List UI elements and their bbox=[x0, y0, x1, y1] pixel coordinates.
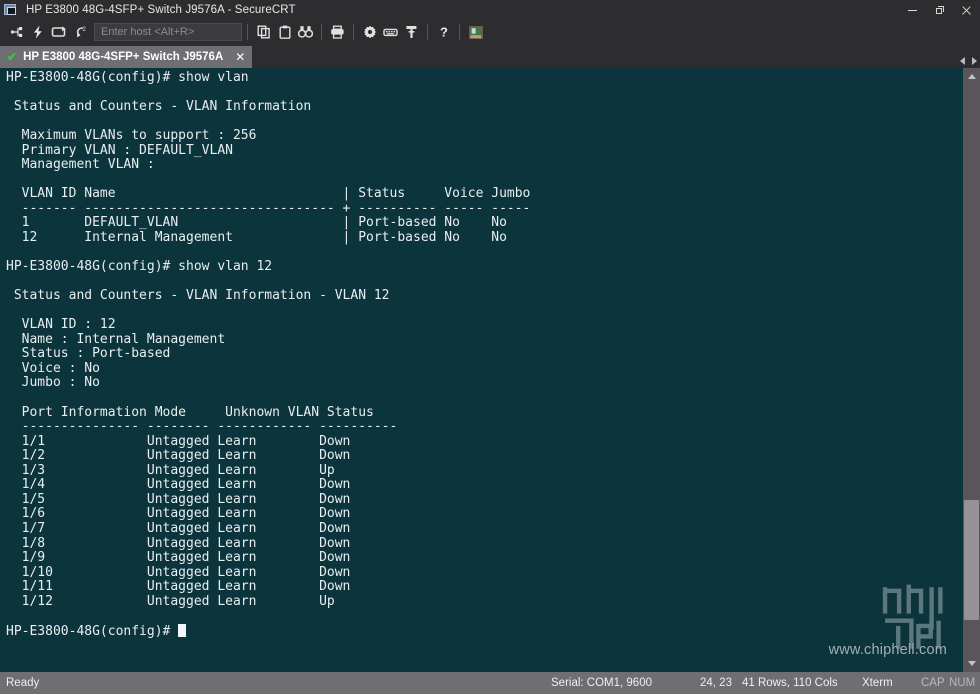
tab-connected-check-icon: ✔ bbox=[7, 50, 18, 64]
status-cursor-position: 24, 23 bbox=[700, 677, 732, 689]
status-num-lock: NUM bbox=[949, 677, 976, 689]
quick-connect-icon[interactable] bbox=[27, 22, 48, 43]
watermark-url: www.chiphell.com bbox=[828, 642, 947, 658]
scroll-up-icon[interactable] bbox=[963, 68, 980, 85]
status-caps-lock: CAP bbox=[921, 677, 945, 689]
terminal-output: HP-E3800-48G(config)# show vlan Status a… bbox=[6, 70, 531, 609]
restore-button[interactable] bbox=[926, 0, 953, 20]
status-connection: Serial: COM1, 9600 bbox=[551, 677, 652, 689]
status-dimensions: 41 Rows, 110 Cols bbox=[742, 677, 838, 689]
scrollbar-thumb[interactable] bbox=[964, 500, 979, 620]
toolbar-separator bbox=[427, 24, 428, 40]
securecrt-app-icon bbox=[4, 3, 19, 17]
tab-label: HP E3800 48G-4SFP+ Switch J9576A bbox=[23, 51, 224, 63]
terminal-area: HP-E3800-48G(config)# show vlan Status a… bbox=[0, 68, 980, 672]
reconnect-icon[interactable] bbox=[48, 22, 69, 43]
status-emulation: Xterm bbox=[862, 677, 893, 689]
keymap-icon[interactable] bbox=[380, 22, 401, 43]
toolbar-separator bbox=[247, 24, 248, 40]
status-state: Ready bbox=[6, 677, 40, 689]
tab-prev-icon[interactable] bbox=[960, 57, 965, 65]
main-toolbar: 2 Enter host <Alt+R> ? bbox=[0, 20, 980, 44]
svg-text:?: ? bbox=[440, 25, 448, 39]
toolbar-separator bbox=[321, 24, 322, 40]
toolbar-separator bbox=[459, 24, 460, 40]
terminal-prompt-line: HP-E3800-48G(config)# bbox=[6, 623, 963, 640]
toolbar-separator bbox=[353, 24, 354, 40]
session-tab[interactable]: ✔ HP E3800 48G-4SFP+ Switch J9576A ✕ bbox=[0, 46, 253, 68]
scroll-down-icon[interactable] bbox=[963, 655, 980, 672]
terminal-scrollbar[interactable] bbox=[963, 68, 980, 672]
close-button[interactable] bbox=[953, 0, 980, 20]
tab-bar: ✔ HP E3800 48G-4SFP+ Switch J9576A ✕ bbox=[0, 44, 980, 68]
terminal-prompt: HP-E3800-48G(config)# bbox=[6, 623, 179, 639]
connect-icon[interactable] bbox=[6, 22, 27, 43]
help-icon[interactable]: ? bbox=[433, 22, 454, 43]
find-icon[interactable] bbox=[295, 22, 316, 43]
status-bar: Ready Serial: COM1, 9600 24, 23 41 Rows,… bbox=[0, 672, 980, 694]
svg-text:2: 2 bbox=[82, 27, 86, 33]
host-input-placeholder: Enter host <Alt+R> bbox=[101, 26, 195, 38]
minimize-button[interactable] bbox=[899, 0, 926, 20]
terminal-screen[interactable]: HP-E3800-48G(config)# show vlan Status a… bbox=[0, 68, 963, 672]
key-icon[interactable] bbox=[401, 22, 422, 43]
settings-gear-icon[interactable] bbox=[359, 22, 380, 43]
host-input[interactable]: Enter host <Alt+R> bbox=[94, 23, 242, 41]
copy-icon[interactable] bbox=[253, 22, 274, 43]
chat-window-icon[interactable] bbox=[465, 22, 486, 43]
terminal-cursor bbox=[178, 623, 187, 637]
title-bar: HP E3800 48G-4SFP+ Switch J9576A - Secur… bbox=[0, 0, 980, 20]
disconnect-icon[interactable]: 2 bbox=[69, 22, 90, 43]
tab-next-icon[interactable] bbox=[972, 57, 977, 65]
window-controls bbox=[899, 0, 980, 20]
window-title: HP E3800 48G-4SFP+ Switch J9576A - Secur… bbox=[26, 4, 296, 16]
tab-navigation bbox=[960, 57, 977, 65]
tab-close-icon[interactable]: ✕ bbox=[235, 51, 245, 63]
securecrt-window: HP E3800 48G-4SFP+ Switch J9576A - Secur… bbox=[0, 0, 980, 694]
print-icon[interactable] bbox=[327, 22, 348, 43]
watermark: www.chiphell.com bbox=[828, 584, 947, 658]
paste-icon[interactable] bbox=[274, 22, 295, 43]
